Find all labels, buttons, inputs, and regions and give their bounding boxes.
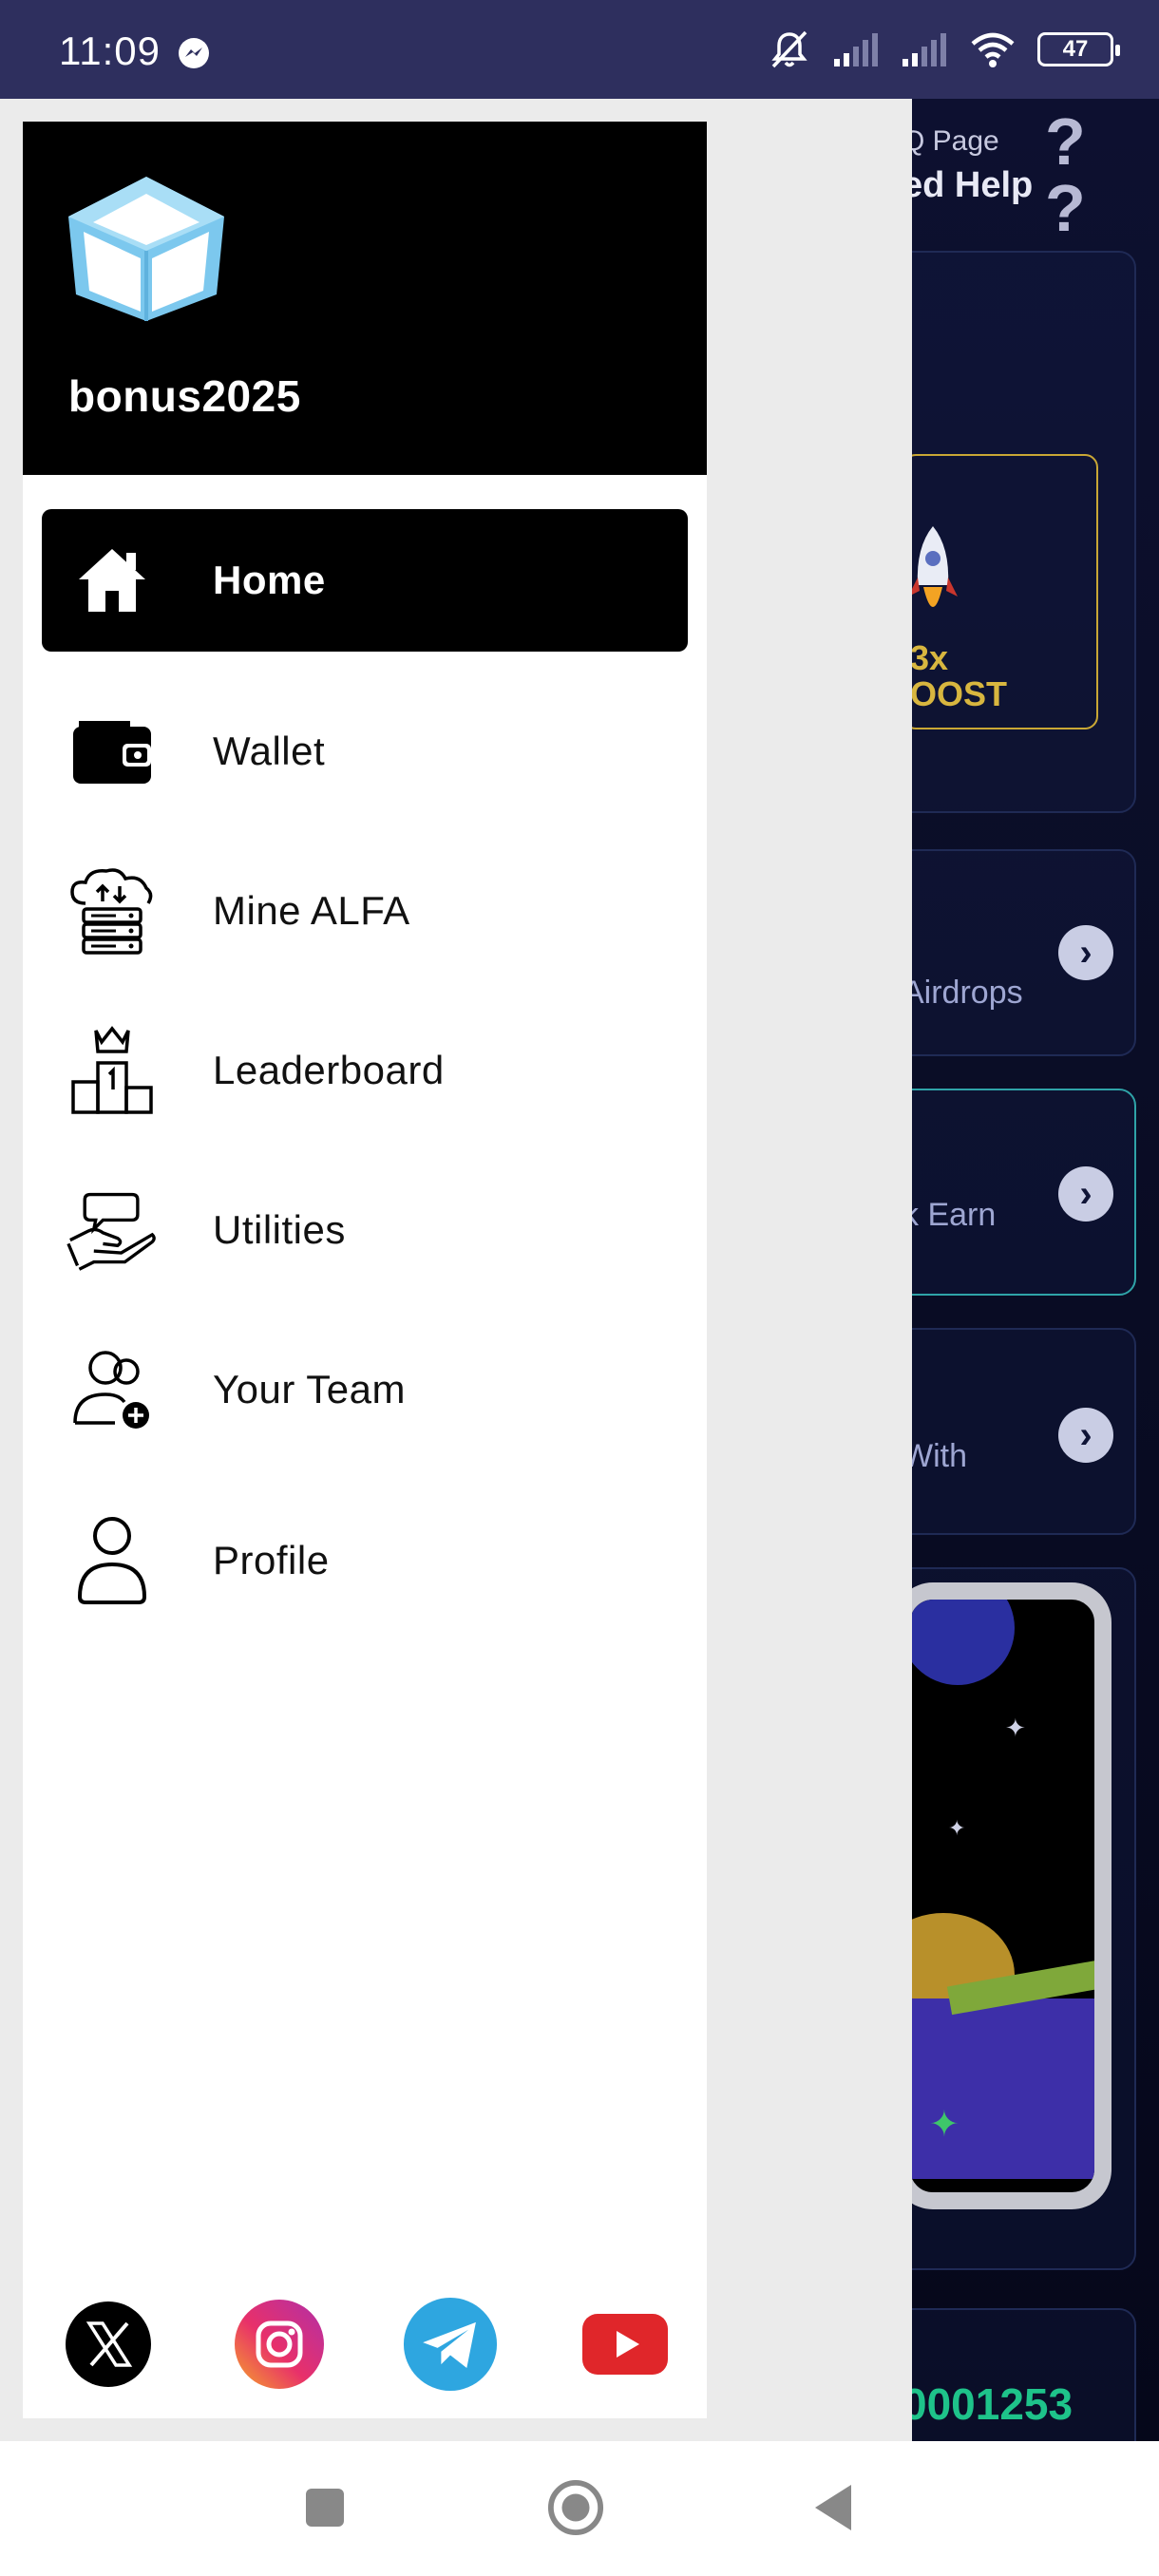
menu-item-utilities[interactable]: Utilities	[42, 1159, 688, 1301]
wifi-icon	[969, 30, 1016, 68]
menu-item-label: Profile	[213, 1538, 330, 1582]
cube-logo	[61, 173, 232, 325]
drawer-scrim[interactable]	[705, 99, 912, 2441]
chevron-right-icon: ›	[1058, 925, 1113, 980]
drawer-panel: bonus2025 Home Wallet Mine ALFA Leaderbo…	[23, 122, 707, 2418]
menu-item-label: Wallet	[213, 729, 326, 773]
drawer-header: bonus2025	[23, 122, 707, 475]
faq-caption: Q Page	[902, 125, 999, 157]
menu-item-mine-alfa[interactable]: Mine ALFA	[42, 840, 688, 982]
telegram-icon[interactable]	[403, 2297, 498, 2392]
signal-icon	[901, 30, 948, 68]
menu-item-wallet[interactable]: Wallet	[42, 680, 688, 823]
back-button[interactable]	[804, 2479, 861, 2536]
menu-item-label: Utilities	[213, 1207, 346, 1252]
with-label: With	[902, 1438, 967, 1474]
code-value: 0001253	[902, 2379, 1074, 2429]
promo-phone-image: ✦ ✦ ✦	[893, 1582, 1112, 2209]
hand-chat-icon	[66, 1184, 158, 1276]
podium-crown-icon	[66, 1025, 158, 1116]
home-icon	[66, 535, 158, 626]
question-marks-icon: ??	[1045, 104, 1086, 245]
user-icon	[66, 1515, 158, 1606]
menu-item-your-team[interactable]: Your Team	[42, 1318, 688, 1461]
menu-item-home[interactable]: Home	[42, 509, 688, 652]
faq-title[interactable]: ed Help	[902, 165, 1033, 206]
airdrops-label: Airdrops	[902, 975, 1023, 1011]
add-user-icon	[66, 1344, 158, 1435]
wallet-icon	[66, 706, 158, 797]
recents-button[interactable]	[296, 2479, 353, 2536]
rocket-icon	[908, 524, 958, 634]
menu-item-label: Your Team	[213, 1367, 406, 1411]
username: bonus2025	[68, 371, 301, 421]
home-button[interactable]	[547, 2479, 604, 2536]
status-bar: 11:09 47	[0, 0, 1159, 99]
menu-item-leaderboard[interactable]: Leaderboard	[42, 999, 688, 1142]
system-nav-bar	[0, 2441, 1159, 2576]
menu-item-label: Mine ALFA	[213, 888, 410, 933]
instagram-icon[interactable]	[232, 2297, 327, 2392]
menu-item-profile[interactable]: Profile	[42, 1489, 688, 1632]
navigation-drawer: bonus2025 Home Wallet Mine ALFA Leaderbo…	[0, 99, 707, 2441]
social-links	[23, 2297, 707, 2401]
menu-item-label: Leaderboard	[213, 1048, 445, 1092]
earn-label: k Earn	[902, 1197, 997, 1233]
youtube-icon[interactable]	[578, 2297, 673, 2392]
battery-icon: 47	[1037, 32, 1120, 66]
menu-item-label: Home	[213, 558, 326, 602]
chevron-right-icon: ›	[1058, 1166, 1113, 1222]
messenger-icon	[177, 36, 211, 70]
boost-label: 3x OOST	[910, 638, 1008, 713]
chevron-right-icon: ›	[1058, 1408, 1113, 1463]
signal-icon	[832, 30, 880, 68]
clock: 11:09	[59, 28, 161, 73]
cloud-server-icon	[66, 865, 158, 957]
x-icon[interactable]	[61, 2297, 156, 2392]
silent-icon	[768, 28, 811, 70]
